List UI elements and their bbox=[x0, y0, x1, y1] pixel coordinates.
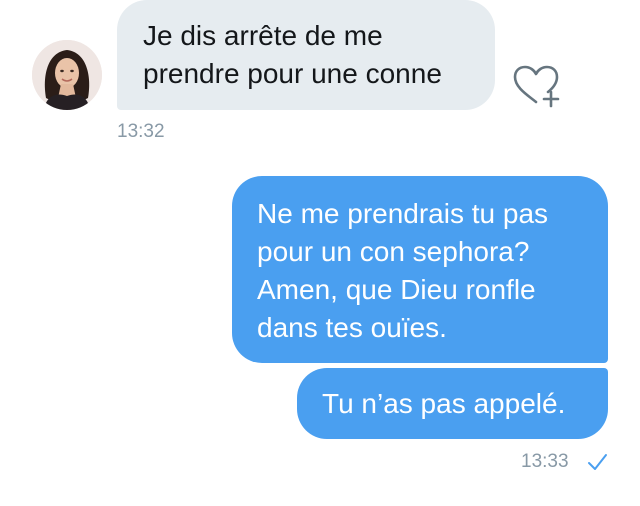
message-text-line: dans tes ouïes. bbox=[257, 312, 447, 343]
message-text-line: Tu n’as pas appelé. bbox=[322, 388, 566, 419]
message-text-line: prendre pour une conne bbox=[143, 58, 442, 89]
message-text-line: Amen, que Dieu ronfle bbox=[257, 274, 536, 305]
contact-avatar[interactable] bbox=[32, 40, 102, 110]
read-check-icon bbox=[588, 454, 607, 470]
message-timestamp: 13:32 bbox=[117, 121, 165, 142]
message-text-line: pour un con sephora? bbox=[257, 236, 530, 267]
outgoing-message-bubble[interactable]: Tu n’as pas appelé. bbox=[297, 368, 608, 439]
message-text-line: Je dis arrête de me bbox=[143, 20, 383, 51]
like-message-button[interactable] bbox=[510, 64, 562, 110]
message-text-line: Ne me prendrais tu pas bbox=[257, 198, 549, 229]
outgoing-message-bubble[interactable]: Ne me prendrais tu pas pour un con sepho… bbox=[232, 176, 608, 363]
avatar-image bbox=[32, 40, 102, 110]
heart-plus-icon bbox=[513, 65, 560, 108]
incoming-message-bubble[interactable]: Je dis arrête de me prendre pour une con… bbox=[117, 0, 495, 110]
message-timestamp: 13:33 bbox=[521, 451, 569, 472]
